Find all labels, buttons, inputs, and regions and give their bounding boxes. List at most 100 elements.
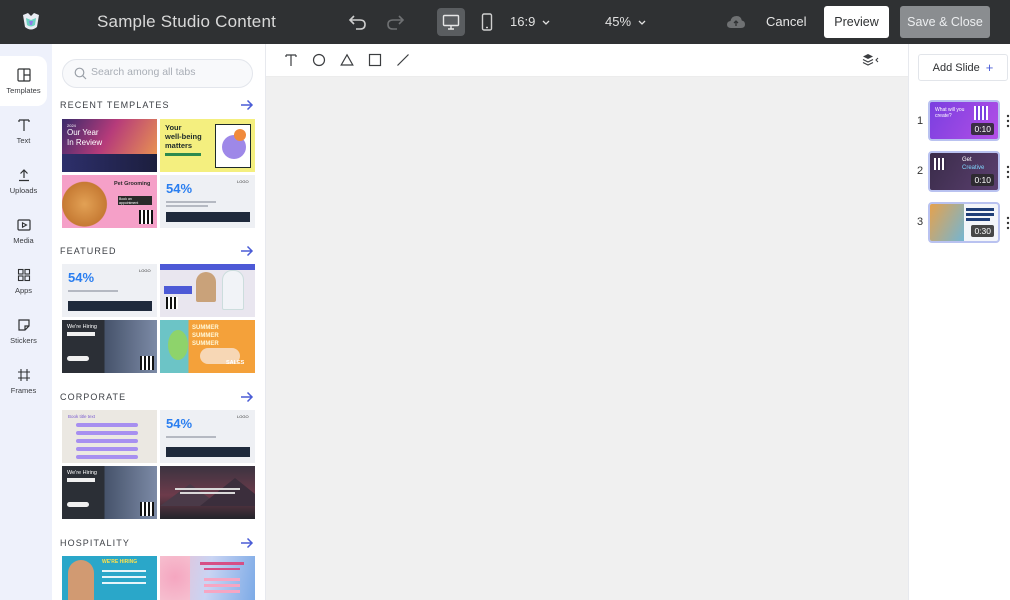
template-thumb-year-review[interactable]: 2024 Our Year In Review [62,119,157,172]
search-icon [74,67,87,80]
slide-duration: 0:10 [971,174,994,186]
add-slide-label: Add Slide [932,61,980,74]
template-header-band [160,264,255,270]
search-input[interactable] [91,66,246,78]
template-thumb-wellbeing[interactable]: Your well-being matters [160,119,255,172]
mobile-view-button[interactable] [474,9,500,35]
template-title: Pet Grooming [114,181,151,187]
template-title: Our Year In Review [67,128,102,148]
rail-item-media[interactable]: Media [0,206,47,256]
aspect-ratio-select[interactable]: 16:9 [510,14,550,29]
rail-item-frames[interactable]: Frames [0,356,47,406]
template-thumb-pet-grooming[interactable]: Pet Grooming Book an appointment [62,175,157,228]
desktop-view-button-icon-wrap[interactable] [438,9,464,35]
cloud-upload-icon [727,16,745,28]
text-icon [17,118,30,131]
template-blossom-image [160,556,190,600]
template-stat: 54% [166,181,193,196]
layers-icon[interactable] [862,53,882,67]
template-thumb-stat[interactable]: 54% LOGO [160,175,255,228]
media-icon [16,218,31,231]
template-footer-band [166,447,250,457]
rail-label: Stickers [10,335,37,345]
rectangle-tool-icon[interactable] [368,53,382,67]
arrow-right-icon[interactable] [240,245,254,257]
rail-label: Apps [14,285,33,295]
cloud-sync-status [723,9,749,35]
template-thumb-office[interactable] [160,264,255,317]
rail-item-apps[interactable]: Apps [0,256,47,306]
template-text-line [68,290,118,292]
triangle-tool-icon[interactable] [340,53,354,67]
template-text-line [180,492,235,494]
plus-icon: + [985,60,994,75]
template-bar [165,153,201,156]
section-title-corporate: CORPORATE [60,392,127,402]
preview-button[interactable]: Preview [824,6,889,38]
template-footer-band [166,212,250,222]
shape-toolbar [266,44,908,77]
sticker-icon [17,318,30,331]
add-slide-button[interactable]: Add Slide + [918,54,1008,81]
redo-button[interactable] [382,9,408,35]
zoom-select[interactable]: 45% [605,14,646,29]
template-thumb-book-list[interactable]: Book title text [62,410,157,463]
line-tool-icon[interactable] [396,53,410,67]
template-person-image [68,560,94,600]
template-thumb-hiring[interactable]: We're Hiring [62,320,157,373]
slide-thumb-2[interactable]: Get Creative 0:10 [928,151,1000,192]
template-text-line [200,562,244,565]
rail-item-stickers[interactable]: Stickers [0,306,47,356]
slide-menu-icon[interactable] [1006,114,1010,128]
slide-caption: What will you create? [935,107,965,119]
brand-logo-icon[interactable] [20,11,42,33]
cancel-button[interactable]: Cancel [766,14,806,29]
template-text-line [166,201,216,203]
template-thumb-stat[interactable]: 54% LOGO [160,410,255,463]
template-list-item [204,590,240,593]
rail-item-templates[interactable]: Templates [0,56,47,106]
template-thumb-were-hiring[interactable]: WE'RE HIRING [62,556,157,600]
rail-item-uploads[interactable]: Uploads [0,156,47,206]
rail-label: Frames [10,385,37,395]
slide-thumb-1[interactable]: What will you create? 0:10 [928,100,1000,141]
template-thumb-mountains[interactable] [160,466,255,519]
section-title-recent: RECENT TEMPLATES [60,100,170,110]
arrow-right-icon[interactable] [240,99,254,111]
template-thumb-stat[interactable]: 54% LOGO [62,264,157,317]
arrow-right-icon[interactable] [240,391,254,403]
template-label-band [164,286,192,294]
rail-label: Uploads [9,185,38,195]
save-close-button[interactable]: Save & Close [900,6,990,38]
slide-menu-icon[interactable] [1006,216,1010,230]
frame-icon [17,368,30,381]
template-title: SUMMER SUMMER SUMMER [192,324,219,348]
section-title-featured: FEATURED [60,246,117,256]
template-thumb-summer-sales[interactable]: SUMMER SUMMER SUMMER SALES [160,320,255,373]
template-logo: LOGO [237,414,249,419]
rail-item-text[interactable]: Text [0,106,47,156]
slide-thumb-3[interactable]: 0:30 [928,202,1000,243]
template-thumb-hiring[interactable]: We're Hiring [62,466,157,519]
qr-code-icon [140,356,154,370]
template-thumb-spring-menu[interactable] [160,556,255,600]
undo-button[interactable] [345,9,371,35]
monitor-icon [442,14,460,30]
search-box[interactable] [62,59,253,88]
template-footer-band [68,301,152,311]
template-person-image [196,272,216,302]
slide-menu-icon[interactable] [1006,165,1010,179]
chevron-down-icon [638,20,646,25]
template-text-line [166,205,208,207]
arrow-right-icon[interactable] [240,537,254,549]
template-subtitle: SALES [226,360,245,366]
template-list-item [76,423,138,427]
editor-canvas[interactable] [266,44,908,600]
template-text-line [204,568,240,570]
circle-tool-icon[interactable] [312,53,326,67]
template-title: We're Hiring [67,324,97,330]
text-tool-icon[interactable] [284,53,298,67]
template-title-line: SUMMER [192,325,219,331]
project-title[interactable]: Sample Studio Content [97,12,276,32]
studio-app: Sample Studio Content 16:9 45% Cancel Pr… [0,0,1010,600]
